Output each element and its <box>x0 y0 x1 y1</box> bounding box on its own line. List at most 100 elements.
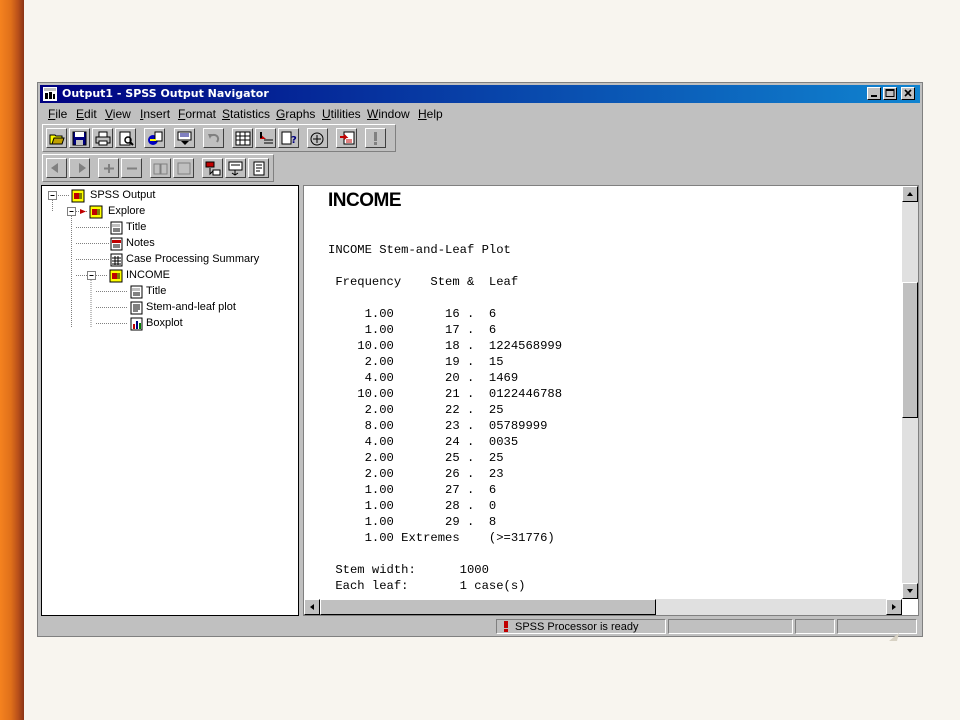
minimize-icon <box>871 95 877 97</box>
horizontal-scroll-thumb[interactable] <box>320 599 656 615</box>
minimize-button[interactable] <box>867 87 881 100</box>
stem-leaf-header: Frequency Stem & Leaf <box>328 275 519 289</box>
menu-statistics[interactable]: Statistics <box>222 107 270 121</box>
goto-data-button[interactable] <box>174 128 195 148</box>
stem-leaf-row: 1.00 28 . 0 <box>328 499 497 513</box>
select-last-output-button[interactable] <box>336 128 357 148</box>
menu-format[interactable]: Format <box>178 107 216 121</box>
hide-icon <box>177 162 191 175</box>
folder-book-icon <box>109 269 123 283</box>
undo-button[interactable] <box>203 128 224 148</box>
demote-button[interactable] <box>69 158 90 178</box>
slide-accent-bar <box>0 0 24 720</box>
menu-file[interactable]: File <box>48 107 67 121</box>
run-icon <box>374 132 377 145</box>
open-icon <box>49 134 65 145</box>
demote-icon <box>79 163 86 173</box>
show-button[interactable] <box>150 158 171 178</box>
menu-view[interactable]: View <box>105 107 131 121</box>
stem-leaf-row: 2.00 19 . 15 <box>328 355 504 369</box>
variables-icon <box>235 131 251 146</box>
arrow-up-icon <box>907 192 913 196</box>
outline-node-label: Title <box>146 285 167 297</box>
run-button[interactable] <box>365 128 386 148</box>
close-button[interactable] <box>901 87 915 100</box>
scroll-up-button[interactable] <box>902 186 918 202</box>
outline-pane[interactable]: SPSS Output Explore Title Notes Case Pro… <box>41 185 299 616</box>
collapse-button[interactable] <box>121 158 142 178</box>
insert-heading-button[interactable] <box>202 158 223 178</box>
outline-node-label: Boxplot <box>146 317 183 329</box>
table-page-icon <box>110 253 123 267</box>
print-preview-button[interactable] <box>115 128 136 148</box>
insert-heading-icon <box>205 161 221 176</box>
scroll-down-button[interactable] <box>902 583 918 599</box>
menu-window[interactable]: Window <box>367 107 410 121</box>
collapse-toggle[interactable] <box>67 207 76 216</box>
designate-window-icon <box>310 132 324 146</box>
hide-button[interactable] <box>173 158 194 178</box>
expand-button[interactable] <box>98 158 119 178</box>
arrow-left-icon <box>310 604 314 610</box>
scroll-left-button[interactable] <box>304 599 320 615</box>
menu-graphs[interactable]: Graphs <box>276 107 315 121</box>
output-content-pane[interactable]: INCOME INCOME Stem-and-Leaf Plot Frequen… <box>303 185 919 616</box>
notes-page-icon <box>110 237 123 251</box>
title-bar[interactable]: Output1 - SPSS Output Navigator <box>40 85 920 103</box>
title-page-icon <box>110 221 123 235</box>
menu-utilities[interactable]: Utilities <box>322 107 361 121</box>
stem-leaf-row: 2.00 22 . 25 <box>328 403 504 417</box>
collapse-toggle[interactable] <box>87 271 96 280</box>
slide-corner-decoration <box>889 633 899 641</box>
arrow-down-icon <box>907 589 913 593</box>
each-leaf-line: Each leaf: 1 case(s) <box>328 579 526 593</box>
outline-node-label: INCOME <box>126 269 170 281</box>
menu-insert[interactable]: Insert <box>140 107 170 121</box>
stem-leaf-row: 10.00 18 . 1224568999 <box>328 339 563 353</box>
stem-leaf-row: 10.00 21 . 0122446788 <box>328 387 563 401</box>
output-heading: INCOME <box>328 190 402 211</box>
outline-node-label: Case Processing Summary <box>126 253 260 265</box>
print-icon <box>95 131 111 146</box>
variables-button[interactable] <box>232 128 253 148</box>
plot-title: INCOME Stem-and-Leaf Plot <box>328 243 511 257</box>
insert-text-button[interactable] <box>248 158 269 178</box>
show-icon <box>153 163 168 175</box>
save-button[interactable] <box>69 128 90 148</box>
insert-case-button[interactable] <box>255 128 276 148</box>
menu-edit[interactable]: Edit <box>76 107 97 121</box>
outline-node-label: Notes <box>126 237 155 249</box>
stem-leaf-row: 1.00 17 . 6 <box>328 323 497 337</box>
stem-leaf-row: 1.00 16 . 6 <box>328 307 497 321</box>
collapse-icon <box>127 167 137 170</box>
designate-window-button[interactable] <box>307 128 328 148</box>
help-topics-button[interactable]: ? <box>278 128 299 148</box>
outline-node-label: SPSS Output <box>90 189 156 201</box>
menu-bar: File Edit View Insert Format Statistics … <box>40 104 920 123</box>
stem-leaf-row: 4.00 20 . 1469 <box>328 371 519 385</box>
spss-output-window: Output1 - SPSS Output Navigator File Edi… <box>37 82 923 637</box>
folder-book-icon <box>89 205 103 219</box>
menu-help[interactable]: Help <box>418 107 443 121</box>
help-topics-icon: ? <box>281 131 297 146</box>
maximize-button[interactable] <box>883 87 897 100</box>
export-button[interactable] <box>144 128 165 148</box>
horizontal-scrollbar[interactable] <box>304 599 902 615</box>
current-item-arrow-icon <box>80 209 86 214</box>
scroll-right-button[interactable] <box>886 599 902 615</box>
insert-title-button[interactable] <box>225 158 246 178</box>
insert-text-icon <box>253 161 265 176</box>
print-button[interactable] <box>92 128 113 148</box>
collapse-toggle[interactable] <box>48 191 57 200</box>
outline-toolbar <box>40 154 920 182</box>
window-title: Output1 - SPSS Output Navigator <box>62 87 269 100</box>
status-processor-cell: SPSS Processor is ready <box>496 619 666 634</box>
vertical-scroll-thumb[interactable] <box>902 282 918 418</box>
outline-node-label: Title <box>126 221 147 233</box>
insert-title-icon <box>228 161 243 176</box>
title-page-icon <box>130 285 143 299</box>
vertical-scrollbar[interactable] <box>902 186 918 599</box>
open-button[interactable] <box>46 128 67 148</box>
promote-button[interactable] <box>46 158 67 178</box>
export-icon <box>148 131 163 145</box>
